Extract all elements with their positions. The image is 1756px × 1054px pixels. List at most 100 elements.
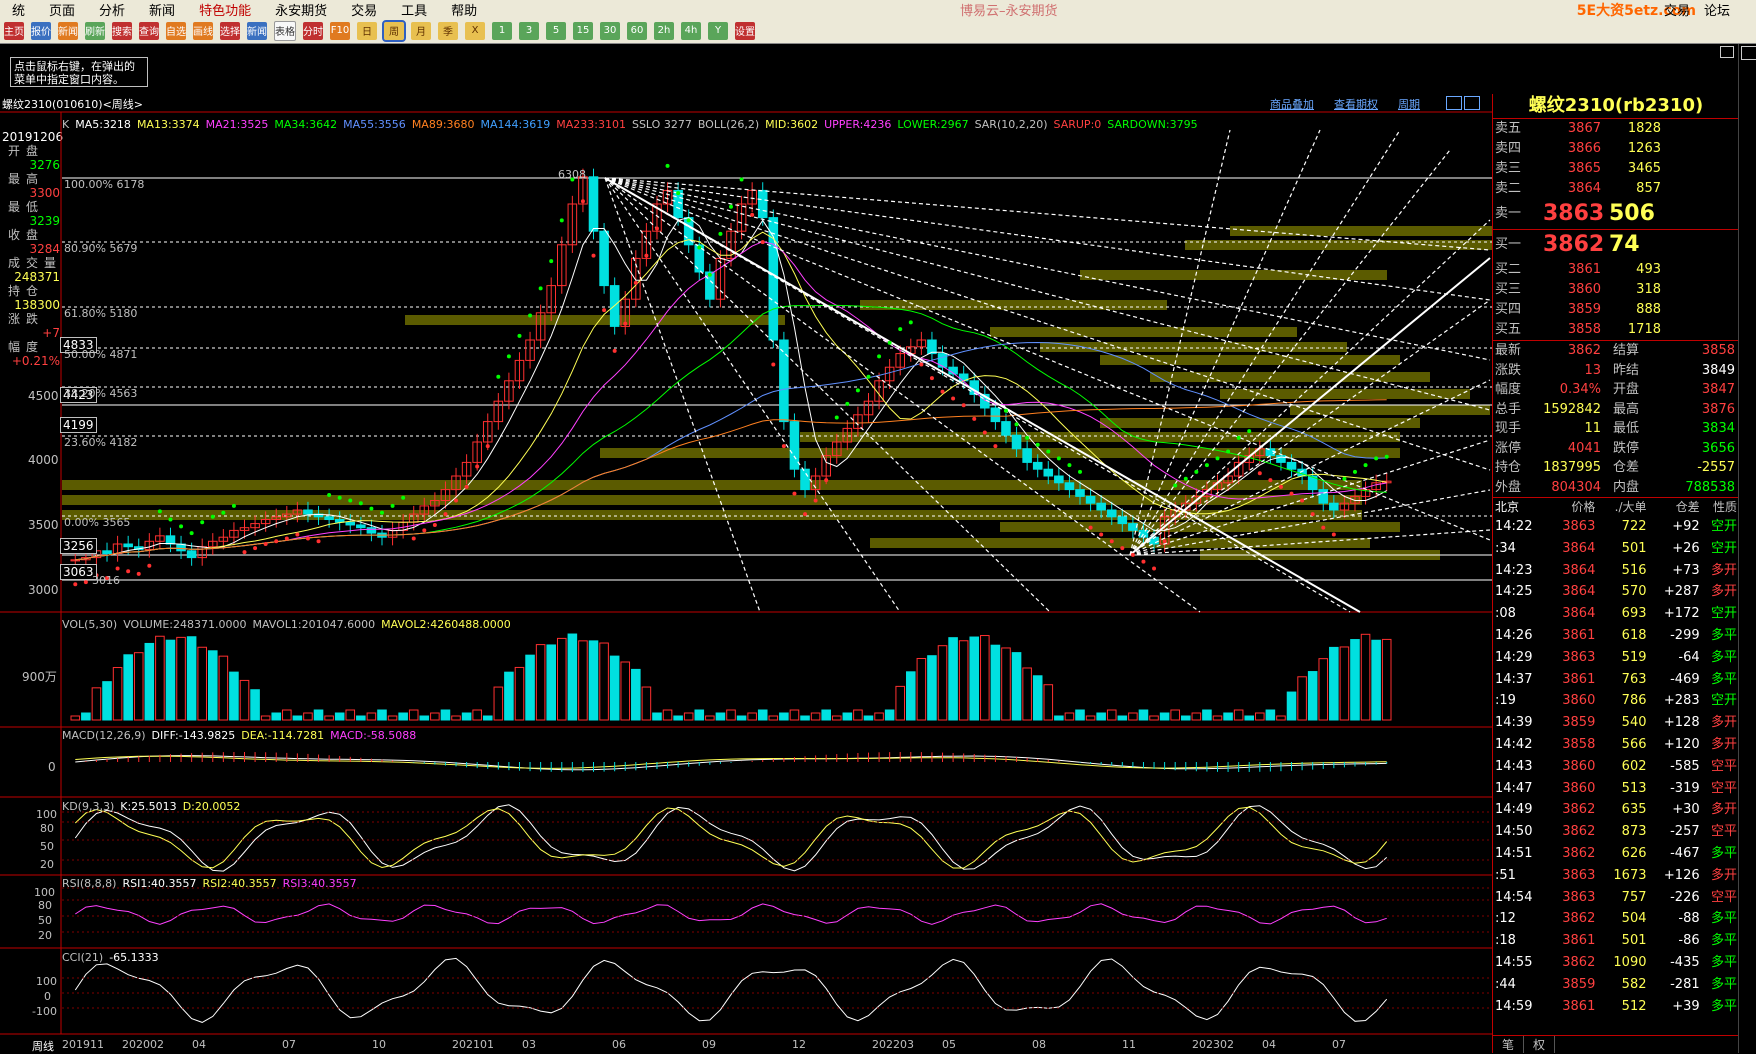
sar-dot xyxy=(1342,476,1347,481)
cci-y-neg100: -100 xyxy=(32,1005,57,1018)
sar-dot xyxy=(1067,463,1072,468)
candle-body xyxy=(1032,461,1043,470)
volume-bar xyxy=(218,655,229,721)
scroll-up-icon[interactable] xyxy=(1741,46,1756,60)
volume-profile-bar-8 xyxy=(1150,372,1430,382)
volume-bar xyxy=(451,715,461,721)
tick-p-8: 3860 xyxy=(1562,693,1596,709)
tick-n-5: 多平 xyxy=(1710,627,1737,643)
asks-row-0[interactable]: 卖五 3867 1828 xyxy=(1493,119,1739,139)
asks-row-1[interactable]: 卖四 3866 1263 xyxy=(1493,139,1739,159)
bids-row-2[interactable]: 买三 3860 318 xyxy=(1493,280,1739,300)
bids-row-4[interactable]: 买五 3858 1718 xyxy=(1493,320,1739,340)
tick-t-17: 14:54 xyxy=(1495,889,1533,905)
menu-right-forum[interactable]: 论坛 xyxy=(1704,0,1730,19)
volume-bar xyxy=(81,712,91,721)
candle-body xyxy=(927,339,937,355)
sar-dot xyxy=(475,464,480,469)
tick-c-0: +92 xyxy=(1672,519,1700,534)
kd-k-line xyxy=(74,804,1388,872)
kline-chart[interactable] xyxy=(0,0,1492,1053)
sar-dot xyxy=(295,532,300,537)
sar-dot xyxy=(369,506,374,511)
volume-bar xyxy=(1054,715,1064,721)
fib-label-100: 100.00% 6178 xyxy=(64,178,145,191)
bids-row-1[interactable]: 买二 3861 493 xyxy=(1493,260,1739,280)
volume-bar xyxy=(1202,709,1212,721)
stat-v2-3: 3876 xyxy=(1701,401,1735,417)
volume-bar xyxy=(789,709,800,721)
candle-body xyxy=(588,176,599,232)
sar-dot xyxy=(940,389,945,394)
tick-c-18: -88 xyxy=(1678,911,1700,927)
volume-bar xyxy=(842,712,853,721)
tab-rights[interactable]: 权 xyxy=(1524,1036,1555,1053)
stat-v2-4: 3834 xyxy=(1701,421,1735,436)
asks-row-4[interactable]: 卖一 3863 506 xyxy=(1493,199,1739,229)
sar-dot xyxy=(887,340,892,345)
tick-v-1: 501 xyxy=(1621,540,1647,556)
rsi-y-80: 80 xyxy=(38,899,52,912)
tick-row: 14:49 3862 635 +30 多开 xyxy=(1493,799,1739,821)
volume-bar xyxy=(567,633,578,721)
tick-c-1: +26 xyxy=(1672,540,1700,556)
sar-dot xyxy=(485,444,490,449)
right-scrollbar[interactable] xyxy=(1738,44,1756,1053)
tick-c-15: -467 xyxy=(1670,845,1700,861)
sar-dot xyxy=(1120,546,1125,551)
volume-bar xyxy=(715,712,726,721)
stat-l1-4: 现手 xyxy=(1495,421,1522,436)
volume-bar xyxy=(239,679,250,721)
sar-dot xyxy=(707,272,712,277)
fib-label-50: 50.00% 4871 xyxy=(64,348,138,361)
volume-bar xyxy=(927,655,937,721)
tab-ticks[interactable]: 笔 xyxy=(1493,1036,1524,1053)
tick-t-12: 14:47 xyxy=(1495,780,1533,796)
asks-vol-2: 3465 xyxy=(1627,161,1661,176)
candle-body xyxy=(1117,516,1128,525)
volume-bar xyxy=(207,650,218,721)
bids-row-3[interactable]: 买四 3859 888 xyxy=(1493,300,1739,320)
volume-profile-bar-16 xyxy=(62,510,1362,520)
sar-dot xyxy=(824,478,829,483)
tick-p-3: 3864 xyxy=(1562,584,1596,600)
volume-bar xyxy=(123,654,133,721)
stat-row-1: 涨跌 13 昨结 3849 xyxy=(1493,361,1739,381)
tick-row: 14:51 3862 626 -467 多平 xyxy=(1493,843,1739,865)
asks-row-3[interactable]: 卖二 3864 857 xyxy=(1493,179,1739,199)
candle-body xyxy=(303,509,313,515)
rsi-title-item-0: RSI(8,8,8) xyxy=(62,877,117,890)
sar-dot xyxy=(771,362,776,367)
tick-t-19: :18 xyxy=(1495,933,1516,949)
asks-price-1: 3866 xyxy=(1567,141,1601,156)
sar-dot xyxy=(316,539,321,544)
stat-l2-7: 内盘 xyxy=(1613,479,1640,495)
volume-bar xyxy=(514,666,525,721)
volume-bar xyxy=(1001,647,1011,721)
sar-dot xyxy=(1056,456,1061,461)
volume-bar xyxy=(377,709,387,721)
asks-row-2[interactable]: 卖三 3865 3465 xyxy=(1493,159,1739,179)
maximize-icon[interactable] xyxy=(1720,46,1734,58)
bids-row-0[interactable]: 买一 3862 74 xyxy=(1493,230,1739,260)
sar-dot xyxy=(1162,539,1167,544)
tick-p-13: 3862 xyxy=(1562,802,1596,818)
tick-c-21: -281 xyxy=(1670,976,1700,992)
tick-c-19: -86 xyxy=(1678,933,1700,949)
bids-label-3: 买四 xyxy=(1495,302,1522,317)
fib-label-61: 61.80% 5180 xyxy=(64,307,138,320)
y-label-4500: 4500 xyxy=(28,389,59,403)
volume-bar xyxy=(250,689,260,721)
tick-c-20: -435 xyxy=(1670,954,1700,970)
stat-row-7: 外盘 804304 内盘 788538 xyxy=(1493,478,1739,498)
tick-c-11: -585 xyxy=(1670,758,1700,774)
tick-n-9: 多开 xyxy=(1710,715,1737,731)
sar-dot xyxy=(1204,463,1209,468)
sar-dot xyxy=(126,569,131,574)
gann-line-9 xyxy=(604,177,1491,301)
candle-body xyxy=(1043,468,1054,477)
sar-dot xyxy=(401,495,406,500)
volume-bar xyxy=(324,715,334,721)
candle-body xyxy=(1011,434,1022,450)
menu-right-trade[interactable]: 交易 xyxy=(1664,0,1690,19)
